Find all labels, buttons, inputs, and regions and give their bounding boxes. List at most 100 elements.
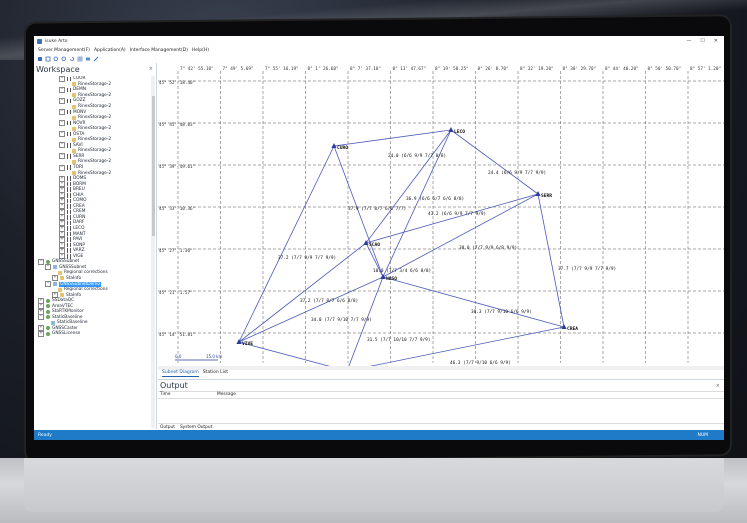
menu-application[interactable]: Application(A) <box>94 48 126 53</box>
new-icon[interactable] <box>37 56 43 62</box>
tree-node-label: RinexStorage-2 <box>78 126 112 132</box>
collapse-icon[interactable]: − <box>59 86 65 93</box>
diagram-tabs: Subnet Diagram Station List <box>158 370 228 377</box>
lon-label: 7° 55' 16.19" <box>265 66 299 72</box>
workspace-title: Workspace <box>36 64 80 74</box>
subnet-diagram[interactable]: 7° 42' 55.10" 7° 49' 5.69" 7° 55' 16.19" 8°… <box>158 63 724 366</box>
baseline-leco-noso[interactable] <box>382 129 452 278</box>
export-icon[interactable] <box>85 56 91 62</box>
lat-label: 45° 52' 18.40" <box>159 80 195 86</box>
baseline-curo-leco[interactable] <box>333 129 452 147</box>
workspace-scrollbar[interactable] <box>151 76 155 428</box>
menu-help[interactable]: Help(H) <box>192 48 209 53</box>
baseline-noso-crea[interactable] <box>382 276 565 328</box>
baseline-curo-vive[interactable] <box>238 145 335 343</box>
collapse-icon[interactable]: − <box>45 281 51 288</box>
maximize-button[interactable]: ☐ <box>700 38 704 44</box>
workspace-close-button[interactable]: × <box>149 66 153 72</box>
collapse-icon[interactable]: − <box>59 97 65 104</box>
baseline-label: 24.0 (6/6 9/9 7/7 8/8) <box>388 153 446 159</box>
baseline-vive-noso[interactable] <box>238 276 384 343</box>
minimize-button[interactable]: — <box>686 38 691 44</box>
tree-node-gnsslicense[interactable]: + GNSSLicense <box>34 330 152 337</box>
station-icon <box>67 109 71 115</box>
baseline-label: 31.5 (7/7 10/10 7/7 9/9) <box>367 337 430 343</box>
tab-output[interactable]: Output <box>160 425 175 430</box>
tree-node-label: GNSSSubnet <box>52 259 80 265</box>
collapse-icon[interactable]: − <box>59 120 65 127</box>
tab-system-output[interactable]: System Output <box>180 425 212 430</box>
baseline-serr-crea[interactable] <box>537 193 565 328</box>
menu-server-management[interactable]: Server Management(F) <box>38 48 90 53</box>
collapse-icon[interactable]: − <box>59 142 65 149</box>
tree-node-label: CREM <box>73 209 86 215</box>
leaf-icon <box>72 159 76 164</box>
workspace-scroll-thumb[interactable] <box>151 96 155 236</box>
lon-label: 8° 38' 29.70" <box>563 66 597 72</box>
zoom-in-icon[interactable] <box>53 56 59 62</box>
tree-node-label: StaInfo <box>66 292 82 298</box>
baseline-leco-serr[interactable] <box>450 129 539 195</box>
output-columns: Time Message <box>158 391 724 399</box>
leaf-icon <box>58 287 62 292</box>
collapse-icon[interactable]: − <box>45 264 51 271</box>
leaf-icon <box>72 148 76 153</box>
app-icon <box>37 38 42 44</box>
collapse-icon[interactable]: − <box>59 153 65 160</box>
tree-node-label: GOZZ <box>73 98 86 104</box>
station-marker-serr[interactable] <box>535 191 541 196</box>
tab-subnet-diagram[interactable]: Subnet Diagram <box>162 370 199 377</box>
expand-icon[interactable]: + <box>52 275 58 282</box>
tab-station-list[interactable]: Station List <box>203 370 228 377</box>
station-label-crea: CREA <box>567 326 578 332</box>
refresh-icon[interactable] <box>69 56 75 62</box>
station-icon <box>67 154 71 159</box>
baseline-leco-scao[interactable] <box>365 129 452 244</box>
leaf-icon <box>72 104 76 109</box>
zoom-out-icon[interactable] <box>61 56 67 62</box>
collapse-icon[interactable]: − <box>59 131 65 138</box>
collapse-icon[interactable]: − <box>38 258 44 265</box>
station-icon <box>67 242 71 248</box>
lon-label: 8° 44' 40.20" <box>605 66 639 72</box>
output-col-message[interactable]: Message <box>215 392 236 398</box>
station-marker-noso[interactable] <box>380 274 386 279</box>
leaf-icon <box>60 276 64 281</box>
collapse-icon[interactable]: − <box>59 76 65 82</box>
pen-icon[interactable] <box>93 56 99 62</box>
menu-interface-management[interactable]: Interface Management(D) <box>130 48 188 53</box>
workspace-tree: − CUOR RinexStorage-2− DEMN RinexStorage-2− G… <box>34 76 152 428</box>
lat-label: 45° 45' 48.83" <box>159 122 195 128</box>
tree-node-label: SONP <box>73 242 85 248</box>
station-label-noso: NOSO <box>386 276 397 282</box>
station-icon <box>67 254 71 259</box>
expand-icon[interactable]: + <box>38 330 44 337</box>
lat-label: 45° 27' 1.36" <box>159 248 193 254</box>
station-icon <box>67 204 71 209</box>
app-window: isuke Arto — ☐ ✕ Server Management(F) Ap… <box>34 36 724 440</box>
output-col-time[interactable]: Time <box>158 392 215 398</box>
station-icon <box>67 231 71 237</box>
lat-label: 45° 33' 10.36" <box>159 206 195 212</box>
output-header: Output × <box>158 380 724 391</box>
collapse-icon[interactable]: − <box>38 314 44 321</box>
leaf-icon <box>72 137 76 142</box>
tree-node-label: BORM <box>73 181 86 187</box>
grid-icon[interactable] <box>77 56 83 62</box>
baseline-label: 37.2 (7/7 9/9 7/7 9/9) <box>278 255 336 261</box>
station-icon <box>67 198 71 204</box>
collapse-icon[interactable]: − <box>59 164 65 171</box>
baseline-serr-noso[interactable] <box>382 193 539 278</box>
baseline-vive-pavi[interactable] <box>238 341 347 366</box>
collapse-icon[interactable]: − <box>59 109 65 116</box>
fit-icon[interactable] <box>45 56 51 62</box>
tree-node-label: StaRTKMonitor <box>52 309 84 315</box>
output-close-button[interactable]: × <box>716 383 720 389</box>
station-label-scao: SCAO <box>369 242 380 248</box>
close-button[interactable]: ✕ <box>714 38 718 44</box>
diagram-hscrollbar[interactable] <box>158 366 724 370</box>
tree-node-label: CUOR <box>73 76 86 82</box>
tree-node-label: COMO <box>73 198 87 204</box>
station-marker-leco[interactable] <box>448 127 454 132</box>
baseline-label: 37.2 (7/7 8/7 6/6 8/8) <box>300 298 358 304</box>
